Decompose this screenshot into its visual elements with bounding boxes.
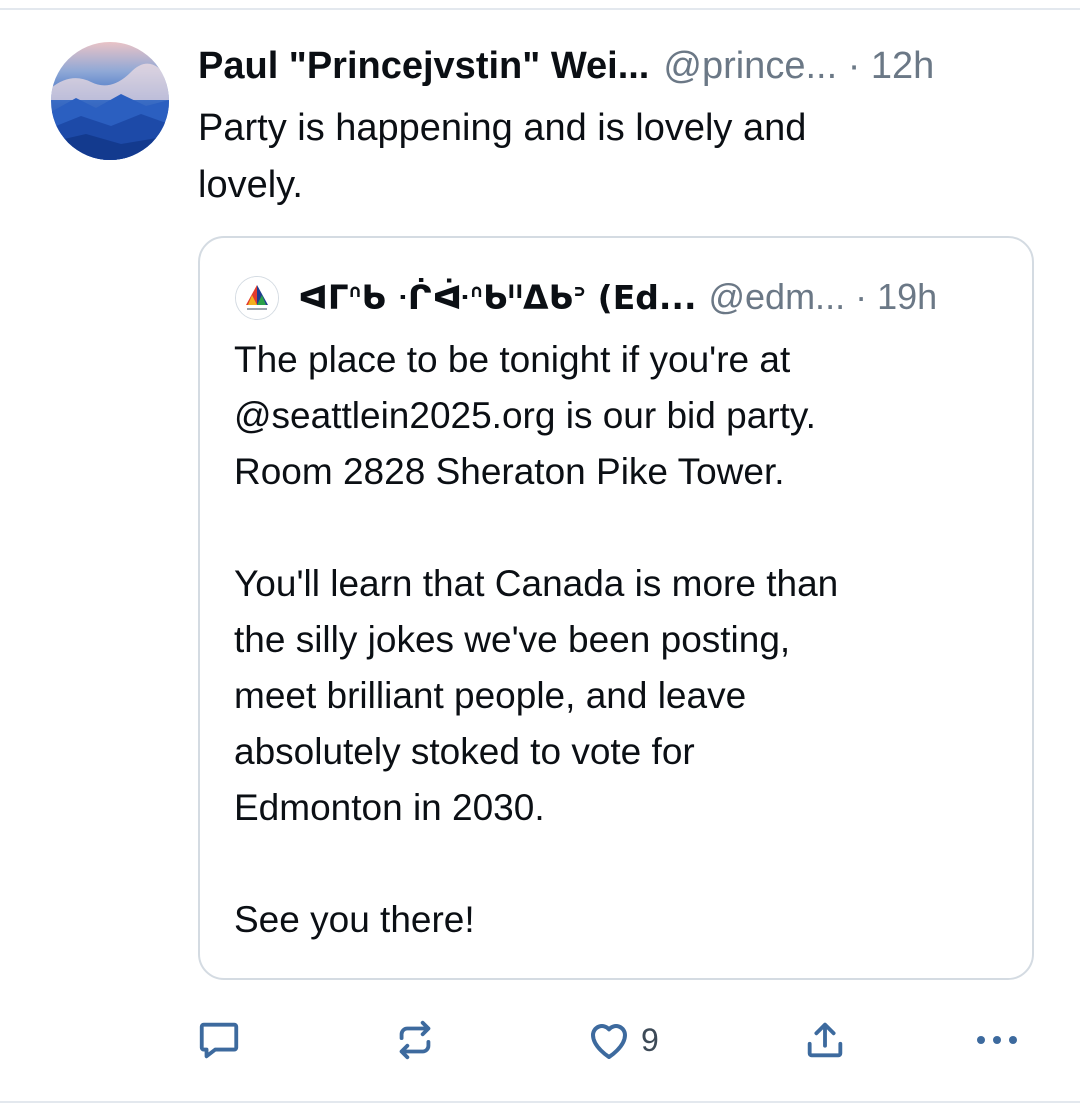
- like-count: 9: [641, 1021, 659, 1058]
- quoted-post-text: The place to be tonight if you're at @se…: [234, 332, 1014, 948]
- quoted-text-line: The place to be tonight if you're at: [234, 339, 791, 380]
- author-handle[interactable]: @prince...: [663, 45, 837, 87]
- quoted-text-line: absolutely stoked to vote for: [234, 731, 695, 772]
- bottom-divider: [0, 1101, 1080, 1103]
- share-button[interactable]: [802, 1010, 848, 1070]
- quoted-paragraph: The place to be tonight if you're at @se…: [234, 332, 1014, 500]
- author-avatar[interactable]: [51, 42, 169, 160]
- top-divider: [0, 8, 1080, 10]
- quoted-author-handle[interactable]: @edm...: [708, 276, 845, 317]
- speech-bubble-icon: [199, 1022, 239, 1059]
- more-options-button[interactable]: [972, 1010, 1022, 1070]
- like-button[interactable]: 9: [585, 1010, 659, 1070]
- ellipsis-icon: [977, 1036, 1017, 1044]
- tipi-logo-icon: [236, 277, 278, 319]
- quoted-text-line: See you there!: [234, 899, 475, 940]
- mention-link-line[interactable]: @seattlein2025.org is our bid party.: [234, 395, 816, 436]
- post-header: Paul "Princejvstin" Wei... @prince... · 1…: [198, 40, 1048, 92]
- post-action-bar: 9: [0, 1010, 1080, 1070]
- quoted-post-header: ᐊᒥᐢᑲ ᐧᒌᐚᐢᑲᐦᐃᑲᐣ (Ed... @edm... · 19h: [298, 272, 1018, 322]
- avatar-image: [51, 42, 169, 160]
- quoted-text-line: You'll learn that Canada is more than: [234, 563, 839, 604]
- quoted-text-line: Edmonton in 2030.: [234, 787, 545, 828]
- quoted-paragraph: You'll learn that Canada is more than th…: [234, 556, 1014, 836]
- repost-button[interactable]: [392, 1010, 438, 1070]
- share-upload-icon: [807, 1022, 843, 1058]
- quoted-author-name[interactable]: ᐊᒥᐢᑲ ᐧᒌᐚᐢᑲᐦᐃᑲᐣ (Ed...: [298, 278, 696, 317]
- quoted-post-timestamp[interactable]: · 19h: [855, 276, 937, 317]
- post-text-line: lovely.: [198, 164, 303, 206]
- quoted-text-line: the silly jokes we've been posting,: [234, 619, 791, 660]
- quoted-text-line: meet brilliant people, and leave: [234, 675, 747, 716]
- post-text-line: Party is happening and is lovely and: [198, 107, 807, 149]
- quoted-post-card[interactable]: ᐊᒥᐢᑲ ᐧᒌᐚᐢᑲᐦᐃᑲᐣ (Ed... @edm... · 19h The p…: [198, 236, 1034, 980]
- reply-button[interactable]: [196, 1010, 242, 1070]
- post-text: Party is happening and is lovely and lov…: [198, 100, 998, 214]
- repost-arrows-icon: [399, 1020, 431, 1060]
- author-name[interactable]: Paul "Princejvstin" Wei...: [198, 45, 649, 87]
- quoted-author-avatar[interactable]: [235, 276, 279, 320]
- post-timestamp[interactable]: · 12h: [848, 45, 935, 87]
- quoted-paragraph: See you there!: [234, 892, 1014, 948]
- heart-icon: [591, 1024, 627, 1059]
- quoted-text-line: Room 2828 Sheraton Pike Tower.: [234, 451, 785, 492]
